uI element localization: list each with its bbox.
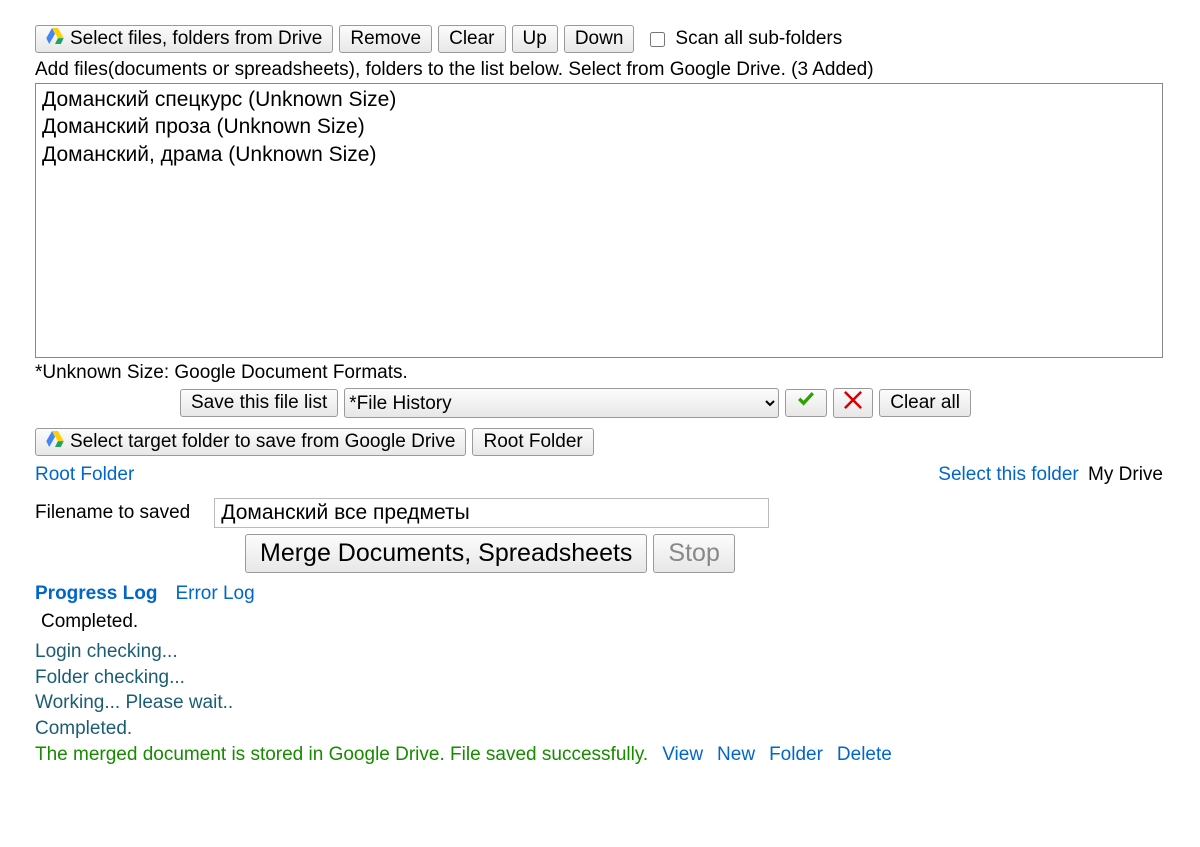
tab-error-log[interactable]: Error Log <box>175 583 254 605</box>
select-files-button[interactable]: Select files, folders from Drive <box>35 25 333 53</box>
up-button[interactable]: Up <box>512 25 558 53</box>
confirm-button[interactable] <box>785 389 827 417</box>
clear-all-button[interactable]: Clear all <box>879 389 971 417</box>
down-button[interactable]: Down <box>564 25 635 53</box>
log-line: Completed. <box>35 716 1165 742</box>
filename-input[interactable] <box>214 498 769 528</box>
root-folder-button[interactable]: Root Folder <box>472 428 593 456</box>
status-text: Completed. <box>41 611 1165 633</box>
file-list[interactable]: Доманский спецкурс (Unknown Size) Доманс… <box>35 83 1163 358</box>
file-history-select[interactable]: *File History <box>344 388 779 418</box>
target-folder-row: Select target folder to save from Google… <box>35 428 1165 456</box>
list-item[interactable]: Доманский, драма (Unknown Size) <box>42 141 1156 168</box>
success-row: The merged document is stored in Google … <box>35 744 1165 766</box>
log-tabs: Progress Log Error Log <box>35 583 1165 605</box>
unknown-size-note: *Unknown Size: Google Document Formats. <box>35 362 1165 384</box>
list-item[interactable]: Доманский спецкурс (Unknown Size) <box>42 86 1156 113</box>
list-item[interactable]: Доманский проза (Unknown Size) <box>42 113 1156 140</box>
select-target-folder-button[interactable]: Select target folder to save from Google… <box>35 428 466 456</box>
new-link[interactable]: New <box>717 744 755 766</box>
folder-path-right: Select this folder My Drive <box>938 464 1163 486</box>
google-drive-icon <box>46 28 64 50</box>
instruction-text: Add files(documents or spreadsheets), fo… <box>35 59 1165 81</box>
cancel-button[interactable] <box>833 388 873 418</box>
scan-subfolders-label: Scan all sub-folders <box>675 28 842 50</box>
stop-button[interactable]: Stop <box>653 534 734 573</box>
filename-row: Filename to saved <box>35 498 1165 528</box>
remove-button[interactable]: Remove <box>339 25 432 53</box>
log-line: Working... Please wait.. <box>35 690 1165 716</box>
success-message: The merged document is stored in Google … <box>35 744 648 766</box>
folder-link[interactable]: Folder <box>769 744 823 766</box>
clear-button[interactable]: Clear <box>438 25 505 53</box>
scan-subfolders-checkbox[interactable] <box>650 32 665 47</box>
progress-log: Login checking... Folder checking... Wor… <box>35 639 1165 742</box>
select-target-folder-label: Select target folder to save from Google… <box>70 431 455 452</box>
select-files-label: Select files, folders from Drive <box>70 28 322 49</box>
tab-progress-log[interactable]: Progress Log <box>35 583 157 605</box>
delete-link[interactable]: Delete <box>837 744 892 766</box>
root-folder-link[interactable]: Root Folder <box>35 464 134 486</box>
filename-label: Filename to saved <box>35 502 190 524</box>
merge-button[interactable]: Merge Documents, Spreadsheets <box>245 534 647 573</box>
save-list-row: Save this file list *File History Clear … <box>180 388 1165 418</box>
check-icon <box>796 392 816 408</box>
my-drive-label: My Drive <box>1088 464 1163 485</box>
folder-path-row: Root Folder Select this folder My Drive <box>35 464 1163 486</box>
log-line: Login checking... <box>35 639 1165 665</box>
view-link[interactable]: View <box>662 744 703 766</box>
select-this-folder-link[interactable]: Select this folder <box>938 464 1078 485</box>
x-icon <box>844 391 862 409</box>
top-toolbar: Select files, folders from Drive Remove … <box>35 25 1165 53</box>
merge-row: Merge Documents, Spreadsheets Stop <box>245 534 1165 573</box>
log-line: Folder checking... <box>35 665 1165 691</box>
save-file-list-button[interactable]: Save this file list <box>180 389 338 417</box>
google-drive-icon <box>46 431 64 453</box>
